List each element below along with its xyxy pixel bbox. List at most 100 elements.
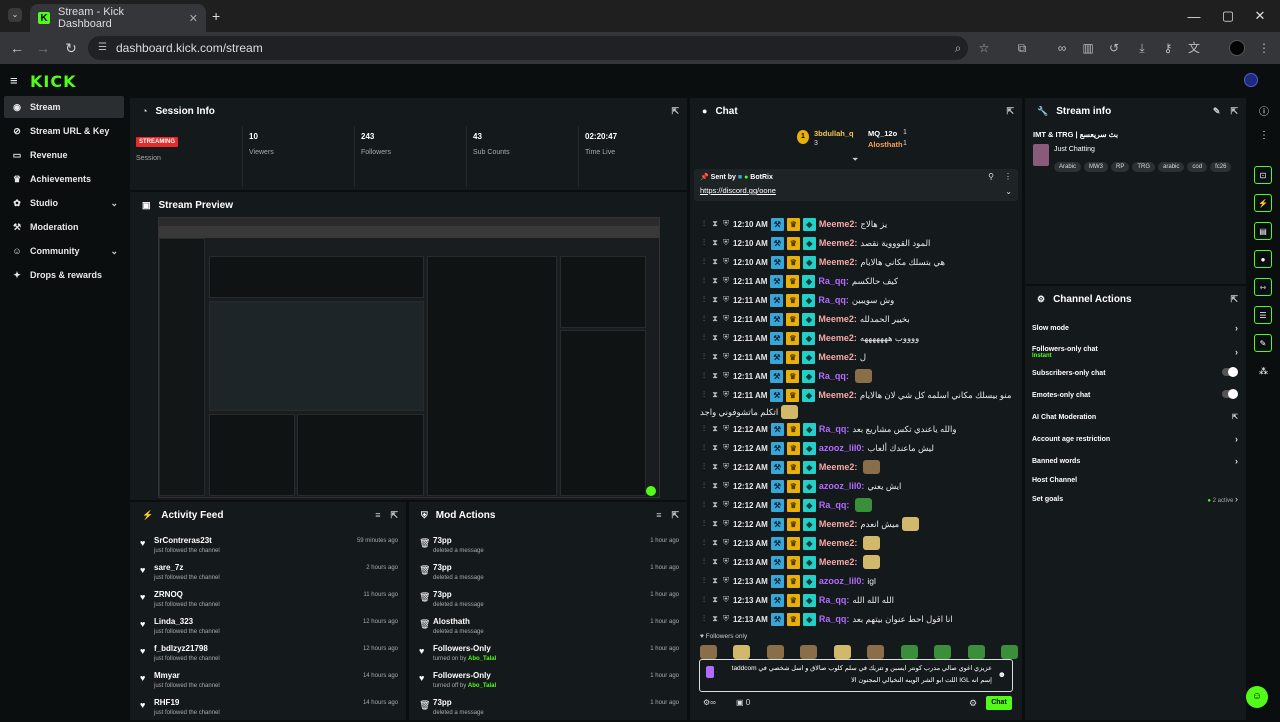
shield-icon[interactable]: ⛨	[722, 462, 730, 472]
tab-close-icon[interactable]: ✕	[189, 12, 198, 25]
pinned-message[interactable]: 📌 Sent by ■ ● BotRix https://discord.gg/…	[694, 169, 1018, 201]
site-info-icon[interactable]: ☰	[98, 42, 107, 53]
shield-icon[interactable]: ⛨	[722, 519, 730, 529]
sidebar-item-studio[interactable]: ✿ Studio ⌄	[4, 192, 124, 214]
hourglass-icon[interactable]: ⧗	[711, 333, 719, 343]
message-username[interactable]: Meeme2:	[819, 462, 858, 472]
zoom-icon[interactable]: ⌕	[950, 40, 966, 56]
stream-preview-video[interactable]	[158, 217, 660, 498]
slow-mode-row[interactable]: Slow mode ›	[1032, 318, 1238, 338]
shield-icon[interactable]: ⛨	[722, 333, 730, 343]
drag-handle-icon[interactable]: ⫶	[700, 295, 708, 305]
chat-message[interactable]: ⫶ ⧗ ⛨ 12:10 AM ⚒ ♛ ◆ Meeme2: المود القوووية نقصد	[700, 234, 1018, 252]
browser-tab[interactable]: K Stream - Kick Dashboard ✕	[30, 4, 206, 32]
drag-handle-icon[interactable]: ⫶	[700, 238, 708, 248]
emoji-picker-icon[interactable]: ☻	[998, 670, 1006, 679]
chat-message[interactable]: ⫶ ⧗ ⛨ 12:13 AM ⚒ ♛ ◆ Ra_qq: انا اقول احط عنوان ب…	[700, 610, 1018, 628]
tab-search-icon[interactable]: ⌄	[8, 8, 22, 22]
banned-words-row[interactable]: Banned words ›	[1032, 451, 1238, 471]
emote[interactable]	[900, 645, 918, 659]
message-username[interactable]: Meeme2:	[818, 352, 857, 362]
shield-icon[interactable]: ⛨	[722, 481, 730, 491]
new-tab-icon[interactable]: +	[212, 8, 220, 24]
shield-icon[interactable]: ⛨	[722, 238, 730, 248]
send-chat-button[interactable]: Chat	[986, 696, 1012, 710]
chat-emote[interactable]	[863, 536, 881, 550]
hourglass-icon[interactable]: ⧗	[711, 219, 719, 229]
message-username[interactable]: Meeme2:	[819, 219, 858, 229]
forward-icon[interactable]: →	[34, 40, 52, 56]
shield-icon[interactable]: ⛨	[722, 219, 730, 229]
message-username[interactable]: azooz_lil0:	[819, 481, 865, 491]
drag-handle-icon[interactable]: ⫶	[700, 538, 708, 548]
shield-icon[interactable]: ⛨	[722, 424, 730, 434]
shield-icon[interactable]: ⛨	[722, 538, 730, 548]
message-username[interactable]: azooz_lil0:	[819, 576, 865, 586]
translate-icon[interactable]: 文	[1186, 40, 1202, 56]
rail-shield-icon[interactable]: ⇿	[1254, 278, 1272, 296]
emote[interactable]	[833, 645, 851, 659]
shield-icon[interactable]: ⛨	[722, 390, 730, 400]
hourglass-icon[interactable]: ⧗	[711, 257, 719, 267]
hourglass-icon[interactable]: ⧗	[711, 538, 719, 548]
emote[interactable]	[766, 645, 784, 659]
more-options-icon[interactable]: ⋮	[1259, 130, 1269, 141]
chat-message[interactable]: ⫶ ⧗ ⛨ 12:11 AM ⚒ ♛ ◆ Meeme2: ووووب هههههههه	[700, 329, 1018, 347]
sidebar-item-drops[interactable]: ✦ Drops & rewards	[4, 264, 124, 286]
shield-icon[interactable]: ⛨	[722, 443, 730, 453]
expand-gifters-icon[interactable]: ⏷	[852, 155, 858, 165]
shield-icon[interactable]: ⛨	[722, 595, 730, 605]
kick-logo[interactable]: KICK	[30, 72, 77, 91]
category-name[interactable]: Just Chatting	[1054, 146, 1095, 153]
rail-wrench-icon[interactable]: ✎	[1254, 334, 1272, 352]
emote[interactable]	[700, 645, 717, 659]
drag-handle-icon[interactable]: ⫶	[700, 557, 708, 567]
password-key-icon[interactable]: ⚷	[1160, 40, 1176, 56]
history-icon[interactable]: ↺	[1106, 40, 1122, 56]
drag-handle-icon[interactable]: ⫶	[700, 276, 708, 286]
message-username[interactable]: Meeme2:	[819, 519, 858, 529]
chat-message[interactable]: ⫶ ⧗ ⛨ 12:11 AM ⚒ ♛ ◆ Meeme2: ل	[700, 348, 1018, 366]
message-username[interactable]: Ra_qq:	[819, 614, 850, 624]
chat-emote[interactable]	[781, 405, 799, 419]
drag-handle-icon[interactable]: ⫶	[700, 371, 708, 381]
account-age-row[interactable]: Account age restriction ›	[1032, 429, 1238, 449]
subscribers-only-row[interactable]: Subscribers-only chat	[1032, 363, 1238, 383]
top-gifter-1[interactable]: 3bdullah_q	[814, 129, 854, 138]
window-close-icon[interactable]: ✕	[1240, 0, 1280, 32]
gear-icon[interactable]: ⚙	[969, 698, 977, 709]
message-username[interactable]: Ra_qq:	[818, 295, 849, 305]
chat-emote[interactable]	[855, 498, 873, 512]
chat-emote[interactable]	[902, 517, 920, 531]
sidebar-item-achievements[interactable]: ♛ Achievements	[4, 168, 124, 190]
chat-message[interactable]: ⫶ ⧗ ⛨ 12:10 AM ⚒ ♛ ◆ Meeme2: هي بتسلك مكاني هالا…	[700, 253, 1018, 271]
drag-handle-icon[interactable]: ⫶	[700, 500, 708, 510]
drag-handle-icon[interactable]: ⫶	[700, 576, 708, 586]
pin-icon[interactable]: ⚲	[988, 172, 994, 181]
emote[interactable]	[934, 645, 952, 659]
hourglass-icon[interactable]: ⧗	[711, 462, 719, 472]
popout-icon[interactable]: ⇱	[1230, 106, 1238, 117]
chat-emote[interactable]	[854, 369, 872, 383]
shield-icon[interactable]: ⛨	[722, 295, 730, 305]
popout-icon[interactable]: ⇱	[671, 510, 679, 521]
category-thumbnail[interactable]	[1033, 144, 1049, 166]
chat-message[interactable]: ⫶ ⧗ ⛨ 12:11 AM ⚒ ♛ ◆ Meeme2: بخيير الحمدلله	[700, 310, 1018, 328]
sidebar-item-stream[interactable]: ◉ Stream	[4, 96, 124, 118]
drag-handle-icon[interactable]: ⫶	[700, 481, 708, 491]
user-avatar[interactable]	[1244, 73, 1258, 87]
sidebar-item-revenue[interactable]: ▭ Revenue	[4, 144, 124, 166]
emotes-only-row[interactable]: Emotes-only chat	[1032, 385, 1238, 405]
shield-icon[interactable]: ⛨	[722, 276, 730, 286]
drag-handle-icon[interactable]: ⫶	[700, 424, 708, 434]
chat-message[interactable]: ⫶ ⧗ ⛨ 12:11 AM ⚒ ♛ ◆ Ra_qq: وش سويبين	[700, 291, 1018, 309]
hourglass-icon[interactable]: ⧗	[711, 352, 719, 362]
filter-icon[interactable]: ≡	[656, 510, 661, 521]
followers-only-row[interactable]: Followers-only chat Instant ›	[1032, 341, 1238, 363]
url-bar[interactable]: dashboard.kick.com/stream	[88, 36, 968, 60]
drag-handle-icon[interactable]: ⫶	[700, 595, 708, 605]
top-gifter-3[interactable]: Alosthath	[868, 140, 903, 149]
popout-icon[interactable]: ⇱	[671, 106, 679, 117]
chat-message[interactable]: ⫶ ⧗ ⛨ 12:12 AM ⚒ ♛ ◆ Ra_qq:	[700, 496, 1018, 514]
hourglass-icon[interactable]: ⧗	[711, 390, 719, 400]
